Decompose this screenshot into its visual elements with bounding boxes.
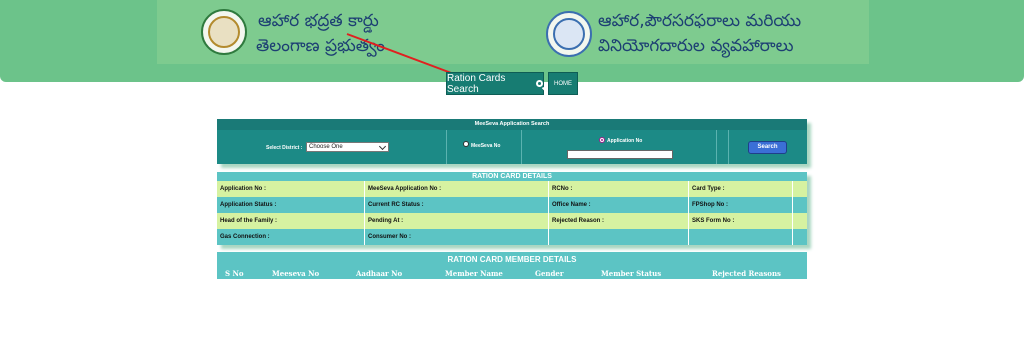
col-s-no: S No xyxy=(225,269,244,278)
col-aadhaar-no: Aadhaar No xyxy=(356,269,403,278)
field-sks-form-no: SKS Form No : xyxy=(689,213,793,229)
radio-meeseva-no[interactable] xyxy=(463,141,469,147)
panel-cell-spacer xyxy=(717,130,729,164)
chevron-down-icon xyxy=(378,142,387,151)
tab-search-label: Ration Cards Search xyxy=(447,72,506,95)
field-application-status: Application Status : xyxy=(217,197,365,213)
application-no-input[interactable] xyxy=(567,150,673,159)
col-member-name: Member Name xyxy=(445,269,503,278)
radio-application-no[interactable] xyxy=(599,137,605,143)
col-member-status: Member Status xyxy=(601,269,662,278)
search-button[interactable]: Search xyxy=(748,141,787,154)
member-details: RATION CARD MEMBER DETAILS S No Meeseva … xyxy=(217,252,807,279)
field-application-no: Application No : xyxy=(217,181,365,197)
field-empty-2 xyxy=(689,229,793,245)
field-current-rc-status: Current RC Status : xyxy=(365,197,549,213)
table-row: Application Status : Current RC Status :… xyxy=(217,197,807,213)
field-rejected-reason: Rejected Reason : xyxy=(549,213,689,229)
field-gas-connection: Gas Connection : xyxy=(217,229,365,245)
search-icon xyxy=(536,80,543,87)
table-row: Head of the Family : Pending At : Reject… xyxy=(217,213,807,229)
table-row: Application No : MeeSeva Application No … xyxy=(217,181,807,197)
application-no-label: Application No xyxy=(607,138,643,144)
ration-card-title: RATION CARD DETAILS xyxy=(217,172,807,181)
field-empty-1 xyxy=(549,229,689,245)
meeseva-no-label: MeeSeva No xyxy=(471,143,501,149)
col-gender: Gender xyxy=(535,269,564,278)
field-pending-at: Pending At : xyxy=(365,213,549,229)
field-consumer-no: Consumer No : xyxy=(365,229,549,245)
member-table-header: S No Meeseva No Aadhaar No Member Name G… xyxy=(217,268,807,279)
ration-card-details: RATION CARD DETAILS Application No : Mee… xyxy=(217,172,807,245)
district-label: Select District : xyxy=(266,145,303,151)
field-fpshop-no: FPShop No : xyxy=(689,197,793,213)
district-select-value: Choose One xyxy=(309,144,343,150)
member-details-title: RATION CARD MEMBER DETAILS xyxy=(217,252,807,268)
tab-ration-cards-search[interactable]: Ration Cards Search xyxy=(446,72,544,95)
panel-title: MeeSeva Application Search xyxy=(217,119,807,130)
tab-home[interactable]: HOME xyxy=(548,72,578,95)
field-meeseva-application-no: MeeSeva Application No : xyxy=(365,181,549,197)
col-meeseva-no: Meeseva No xyxy=(272,269,320,278)
field-office-name: Office Name : xyxy=(549,197,689,213)
table-row: Gas Connection : Consumer No : xyxy=(217,229,807,245)
field-head-of-family: Head of the Family : xyxy=(217,213,365,229)
field-rc-no: RCNo : xyxy=(549,181,689,197)
district-select[interactable]: Choose One xyxy=(306,142,389,152)
col-rejected-reasons: Rejected Reasons xyxy=(712,269,781,278)
field-card-type: Card Type : xyxy=(689,181,793,197)
